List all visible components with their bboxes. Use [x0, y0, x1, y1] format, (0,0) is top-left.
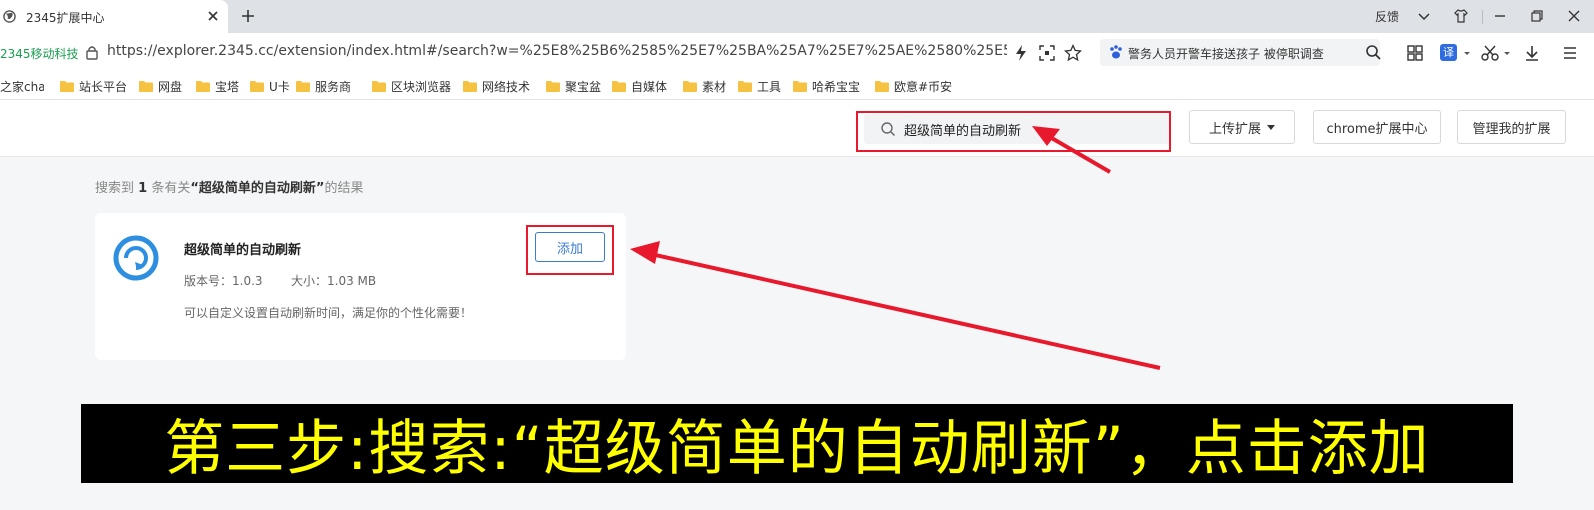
- folder-icon: [250, 81, 264, 92]
- translate-menu-caret-icon[interactable]: [1462, 43, 1472, 63]
- bookmark-item[interactable]: 宝塔: [196, 78, 239, 95]
- bookmark-label: 素材: [702, 80, 727, 94]
- bookmark-item[interactable]: 服务商: [296, 78, 351, 95]
- browser-search-box[interactable]: 警务人员开警车接送孩子 被停职调查: [1100, 39, 1380, 66]
- search-icon[interactable]: [1365, 44, 1381, 60]
- active-tab[interactable]: 2345扩展中心: [0, 0, 228, 33]
- folder-icon: [372, 81, 386, 92]
- folder-icon: [738, 81, 752, 92]
- bookmark-item[interactable]: 区块浏览器: [372, 78, 451, 95]
- address-bar: 2345移动科技 https://explorer.2345.cc/extens…: [0, 33, 1594, 71]
- tab-title: 2345扩展中心: [26, 11, 105, 25]
- url-input[interactable]: https://explorer.2345.cc/extension/index…: [107, 43, 1007, 59]
- refresh-logo-icon: [113, 235, 159, 281]
- bookmark-item[interactable]: 站长平台: [60, 78, 127, 95]
- lightning-icon[interactable]: [1012, 44, 1030, 62]
- folder-icon: [139, 81, 153, 92]
- result-prefix: 搜索到: [95, 181, 135, 196]
- menu-icon[interactable]: [1560, 43, 1580, 63]
- bookmark-label: 聚宝盆: [565, 80, 602, 94]
- site-name: 2345移动科技: [0, 47, 79, 61]
- tab-bar: 2345扩展中心 反馈: [0, 0, 1594, 33]
- manage-label: 管理我的扩展: [1472, 121, 1551, 137]
- folder-icon: [296, 81, 310, 92]
- extension-version: 版本号：1.0.3: [184, 274, 263, 288]
- bookmark-item[interactable]: 网络技术: [463, 78, 530, 95]
- bookmark-item[interactable]: U卡: [250, 78, 290, 95]
- bookmark-label: 哈希宝宝: [812, 80, 861, 94]
- bookmark-item[interactable]: 工具: [738, 78, 781, 95]
- window-close-icon[interactable]: [1566, 8, 1582, 24]
- folder-icon: [683, 81, 697, 92]
- folder-icon: [793, 81, 807, 92]
- minimize-icon[interactable]: [1492, 8, 1508, 24]
- scissors-menu-caret-icon[interactable]: [1502, 43, 1512, 63]
- bookmark-item[interactable]: 欧意#币安: [875, 78, 952, 95]
- page-header: 超级简单的自动刷新 上传扩展 chrome扩展中心 管理我的扩展: [0, 100, 1594, 157]
- result-keyword: “超级简单的自动刷新”: [190, 181, 325, 196]
- result-middle: 条有关: [151, 181, 191, 196]
- bookmark-item[interactable]: 聚宝盆: [546, 78, 601, 95]
- browser-window: 2345扩展中心 反馈 2345移动科技 https://explorer.23…: [0, 0, 1594, 510]
- caption-text: 第三步:搜索:“超级简单的自动刷新”，点击添加: [164, 414, 1430, 484]
- apps-grid-icon[interactable]: [1405, 43, 1425, 63]
- folder-icon: [546, 81, 560, 92]
- folder-icon: [60, 81, 74, 92]
- bookmarks-bar: 之家cha 站长平台 网盘 宝塔 U卡 服务商 区块浏览器 网络技术 聚宝盆 自媒体 素材 工具 哈希…: [0, 71, 1594, 100]
- bookmark-label: 欧意#币安: [894, 80, 953, 94]
- new-tab-icon[interactable]: [240, 8, 256, 24]
- manage-extensions-button[interactable]: 管理我的扩展: [1457, 110, 1566, 144]
- bookmark-item[interactable]: 素材: [683, 78, 726, 95]
- upload-extension-label: 上传扩展: [1208, 121, 1261, 137]
- bookmark-label: U卡: [269, 80, 290, 94]
- close-icon[interactable]: [205, 8, 221, 24]
- folder-icon: [196, 81, 210, 92]
- bookmark-label: 服务商: [315, 80, 352, 94]
- extension-size: 大小：1.03 MB: [291, 274, 377, 288]
- bookmark-item[interactable]: 哈希宝宝: [793, 78, 860, 95]
- restore-icon[interactable]: [1529, 8, 1545, 24]
- lock-icon[interactable]: [85, 44, 99, 60]
- instruction-caption: 第三步:搜索:“超级简单的自动刷新”，点击添加: [81, 404, 1513, 484]
- translate-icon[interactable]: 译: [1440, 44, 1457, 61]
- extension-description: 可以自定义设置自动刷新时间，满足你的个性化需要！: [184, 306, 473, 320]
- bookmark-item[interactable]: 之家cha: [0, 78, 44, 95]
- upload-extension-button[interactable]: 上传扩展: [1189, 110, 1295, 144]
- chrome-extension-center-button[interactable]: chrome扩展中心: [1313, 110, 1441, 144]
- bookmark-label: 网络技术: [482, 80, 531, 94]
- bookmark-label: 网盘: [158, 80, 183, 94]
- extension-name[interactable]: 超级简单的自动刷新: [184, 239, 301, 258]
- search-highlight-box: [856, 111, 1171, 152]
- result-count: 1: [138, 181, 148, 196]
- download-icon[interactable]: [1522, 43, 1542, 63]
- bookmark-item[interactable]: 自媒体: [612, 78, 667, 95]
- folder-icon: [875, 81, 889, 92]
- chevron-down-icon[interactable]: [1416, 8, 1432, 24]
- bookmark-label: 站长平台: [79, 80, 128, 94]
- arrow-to-add-button: [630, 241, 1161, 370]
- feedback-link[interactable]: 反馈: [1375, 8, 1399, 25]
- result-suffix: 的结果: [324, 181, 364, 196]
- bookmark-label: 宝塔: [215, 80, 240, 94]
- caret-down-icon: [1267, 124, 1275, 130]
- star-icon[interactable]: [1064, 44, 1082, 62]
- folder-icon: [463, 81, 477, 92]
- baidu-paw-icon: [1110, 45, 1122, 59]
- chrome-center-label: chrome扩展中心: [1326, 121, 1428, 137]
- add-button-highlight-box: [526, 225, 614, 275]
- folder-icon: [612, 81, 626, 92]
- scissors-icon[interactable]: [1480, 43, 1500, 63]
- screenshot-icon[interactable]: [1038, 44, 1056, 62]
- window-separator: [1482, 10, 1483, 24]
- globe-icon: [3, 10, 16, 23]
- bookmark-label: 区块浏览器: [391, 80, 452, 94]
- bookmark-item[interactable]: 网盘: [139, 78, 182, 95]
- result-summary: 搜索到 1 条有关“超级简单的自动刷新”的结果: [95, 177, 363, 196]
- bookmark-label: 工具: [757, 80, 782, 94]
- skin-icon[interactable]: [1453, 8, 1469, 24]
- search-news-text: 警务人员开警车接送孩子 被停职调查: [1128, 47, 1324, 61]
- bookmark-label: 自媒体: [631, 80, 668, 94]
